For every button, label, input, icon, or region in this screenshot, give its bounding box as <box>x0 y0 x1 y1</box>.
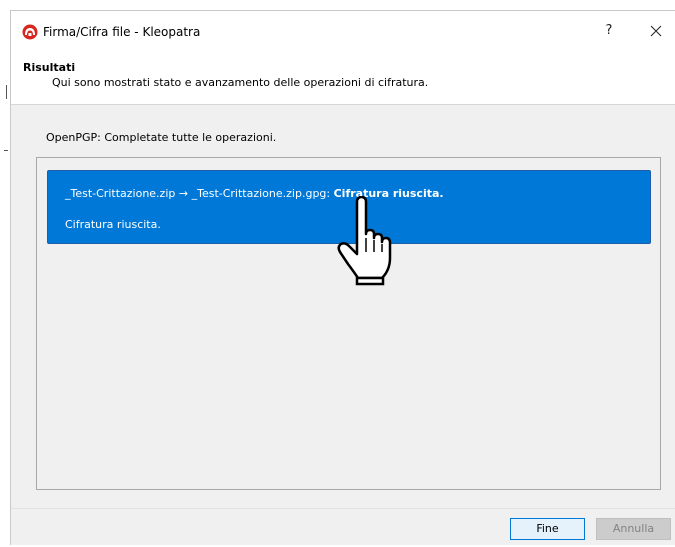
kleopatra-app-icon <box>22 24 38 40</box>
result-source-file: _Test-Crittazione.zip <box>65 187 176 200</box>
help-button[interactable]: ? <box>597 19 621 43</box>
page-subtitle: Qui sono mostrati stato e avanzamento de… <box>52 76 429 89</box>
background-window-edge <box>0 0 10 547</box>
window-title: Firma/Cifra file - Kleopatra <box>43 25 201 39</box>
cancel-button[interactable]: Annulla <box>596 518 671 540</box>
title-bar: Firma/Cifra file - Kleopatra ? <box>11 11 675 52</box>
footer-separator <box>11 508 675 509</box>
background-window-mark <box>4 150 8 151</box>
hand-pointer-cursor-icon <box>337 196 392 286</box>
page-title: Risultati <box>23 61 76 74</box>
result-target-file: _Test-Crittazione.zip.gpg: <box>191 187 331 200</box>
close-button[interactable] <box>644 19 668 43</box>
operation-status: OpenPGP: Completate tutte le operazioni. <box>46 131 277 144</box>
page-header: Risultati Qui sono mostrati stato e avan… <box>11 52 675 105</box>
background-window-mark <box>6 85 7 99</box>
close-icon <box>650 25 662 37</box>
result-detail: Cifratura riuscita. <box>65 218 161 231</box>
finish-button[interactable]: Fine <box>510 518 585 540</box>
arrow-icon: → <box>178 187 189 200</box>
